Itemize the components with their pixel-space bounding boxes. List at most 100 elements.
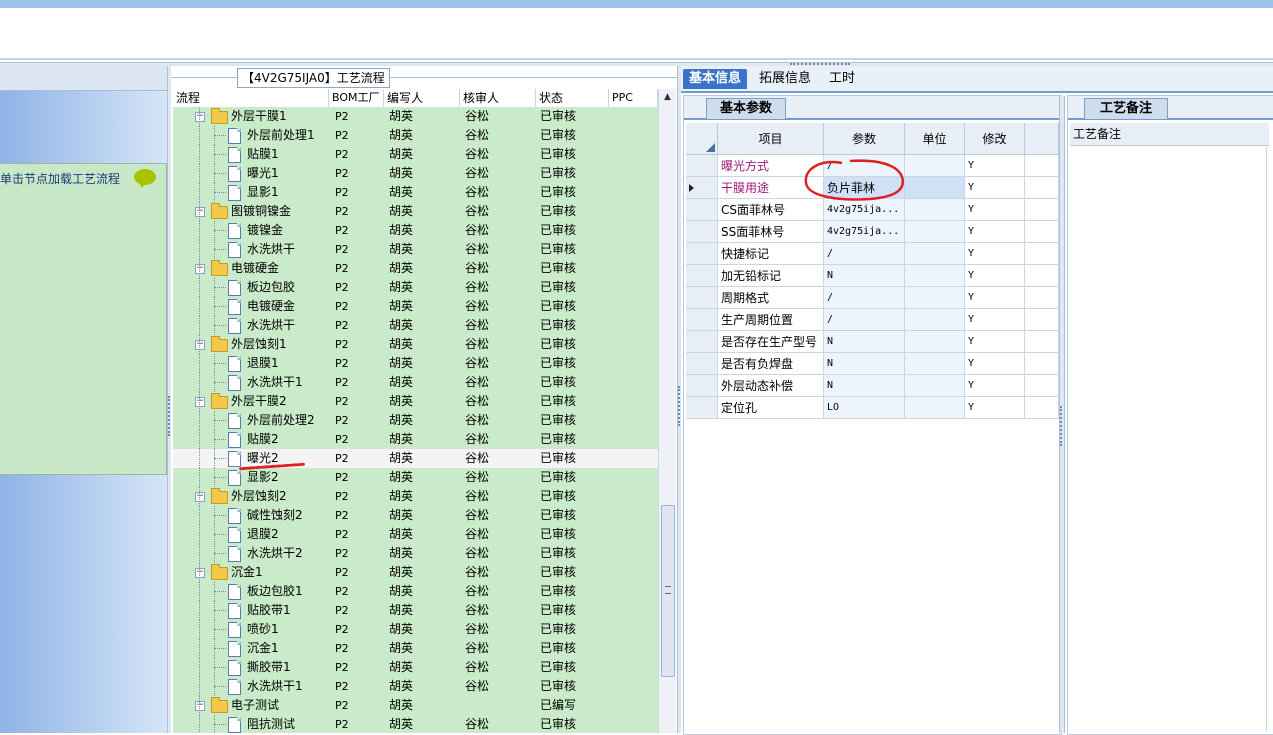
selected-record-row[interactable]	[0, 0, 1273, 8]
remarks-column-header[interactable]: 工艺备注	[1070, 123, 1269, 146]
row-indicator[interactable]	[686, 397, 718, 419]
splitter-grip-icon[interactable]	[1060, 406, 1064, 446]
col-header-edit[interactable]: 修改	[965, 123, 1025, 155]
tree-row[interactable]: 贴膜1 P2 胡英 谷松 已审核	[173, 145, 658, 164]
tab-work-hours[interactable]: 工时	[823, 69, 861, 89]
process-tree[interactable]: − 外层干膜1 P2 胡英 谷松 已审核 外层前处理1 P2 胡英 谷松 已审核 贴膜1 P2 胡英 谷松已…	[173, 107, 658, 733]
col-header-unit[interactable]: 单位	[905, 123, 965, 155]
tab-extended-info[interactable]: 拓展信息	[753, 69, 817, 89]
tree-row[interactable]: 水洗烘干1 P2 胡英 谷松 已审核	[173, 373, 658, 392]
row-indicator[interactable]	[686, 155, 718, 177]
collapse-icon[interactable]: −	[195, 701, 205, 711]
scroll-thumb[interactable]	[661, 505, 675, 677]
tree-row[interactable]: 喷砂1 P2 胡英 谷松 已审核	[173, 620, 658, 639]
tree-row[interactable]: 贴膜2 P2 胡英 谷松 已审核	[173, 430, 658, 449]
row-indicator[interactable]	[686, 331, 718, 353]
row-indicator[interactable]	[686, 265, 718, 287]
tree-row[interactable]: 水洗烘干2 P2 胡英 谷松 已审核	[173, 544, 658, 563]
tree-row[interactable]: 外层前处理2 P2 胡英 谷松 已审核	[173, 411, 658, 430]
collapse-icon[interactable]: −	[195, 340, 205, 350]
tree-row[interactable]: 退膜1 P2 胡英 谷松 已审核	[173, 354, 658, 373]
tree-group-row[interactable]: − 外层干膜1 P2 胡英 谷松 已审核	[173, 107, 658, 126]
col-header-item[interactable]: 项目	[718, 123, 824, 155]
tree-row[interactable]: 沉金1 P2 胡英 谷松 已审核	[173, 639, 658, 658]
row-indicator[interactable]	[686, 199, 718, 221]
tree-group-row[interactable]: − 电镀硬金 P2 胡英 谷松 已审核	[173, 259, 658, 278]
param-unit	[905, 243, 965, 265]
top-record-grid[interactable]	[0, 0, 1273, 62]
col-header-value[interactable]: 参数	[824, 123, 905, 155]
collapse-icon[interactable]: −	[195, 568, 205, 578]
param-value[interactable]: /	[824, 309, 905, 331]
document-icon	[228, 641, 241, 657]
tree-row[interactable]: 水洗烘干1 P2 胡英 谷松 已审核	[173, 677, 658, 696]
tree-row[interactable]: 水洗烘干 P2 胡英 谷松 已审核	[173, 316, 658, 335]
param-row[interactable]: 周期格式 / Y	[686, 287, 1059, 309]
param-row[interactable]: 加无铅标记 N Y	[686, 265, 1059, 287]
param-value[interactable]: /	[824, 243, 905, 265]
row-indicator[interactable]	[686, 221, 718, 243]
tree-row[interactable]: 水洗烘干 P2 胡英 谷松 已审核	[173, 240, 658, 259]
row-indicator[interactable]	[686, 309, 718, 331]
cell-status: 已审核	[540, 147, 577, 161]
tree-row[interactable]: 外层前处理1 P2 胡英 谷松 已审核	[173, 126, 658, 145]
param-value[interactable]: N	[824, 353, 905, 375]
tree-group-row[interactable]: − 沉金1 P2 胡英 谷松 已审核	[173, 563, 658, 582]
param-value[interactable]: /	[824, 287, 905, 309]
param-row[interactable]: 是否有负焊盘 N Y	[686, 353, 1059, 375]
tree-row[interactable]: 曝光2 P2 胡英 谷松 已审核	[173, 449, 658, 468]
tree-group-row[interactable]: − 外层蚀刻2 P2 胡英 谷松 已审核	[173, 487, 658, 506]
tree-row[interactable]: 退膜2 P2 胡英 谷松 已审核	[173, 525, 658, 544]
remarks-body[interactable]	[1070, 147, 1267, 732]
tree-row[interactable]: 板边包胶 P2 胡英 谷松 已审核	[173, 278, 658, 297]
tree-row[interactable]: 电镀硬金 P2 胡英 谷松 已审核	[173, 297, 658, 316]
param-value[interactable]: N	[824, 375, 905, 397]
tree-row[interactable]: 曝光1 P2 胡英 谷松 已审核	[173, 164, 658, 183]
tree-row[interactable]: 显影2 P2 胡英 谷松 已审核	[173, 468, 658, 487]
row-indicator[interactable]	[686, 375, 718, 397]
collapse-icon[interactable]: −	[195, 397, 205, 407]
col-header-flow[interactable]: 流程	[173, 89, 329, 107]
param-row[interactable]: 是否存在生产型号 N Y	[686, 331, 1059, 353]
right-splitter[interactable]	[1059, 96, 1065, 733]
tree-group-row[interactable]: − 图镀铜镍金 P2 胡英 谷松 已审核	[173, 202, 658, 221]
tree-group-row[interactable]: − 电子测试 P2 胡英 已编写	[173, 696, 658, 715]
tab-process-remarks[interactable]: 工艺备注	[1084, 98, 1168, 119]
param-value[interactable]: N	[824, 331, 905, 353]
tree-row[interactable]: 贴胶带1 P2 胡英 谷松 已审核	[173, 601, 658, 620]
param-row[interactable]: 定位孔 LO Y	[686, 397, 1059, 419]
collapse-icon[interactable]: −	[195, 112, 205, 122]
tree-row[interactable]: 撕胶带1 P2 胡英 谷松 已审核	[173, 658, 658, 677]
collapse-icon[interactable]: −	[195, 207, 205, 217]
param-edit: Y	[965, 353, 1025, 375]
tree-row[interactable]: 板边包胶1 P2 胡英 谷松 已审核	[173, 582, 658, 601]
collapse-icon[interactable]: −	[195, 264, 205, 274]
tab-basic-params[interactable]: 基本参数	[706, 98, 786, 119]
col-header-ppc[interactable]: PPC	[609, 89, 658, 107]
tree-row[interactable]: 阻抗测试 P2 胡英 谷松 已审核	[173, 715, 658, 733]
param-row[interactable]: SS面菲林号 4v2g75ija... Y	[686, 221, 1059, 243]
col-header-reviewer[interactable]: 核审人	[460, 89, 536, 107]
scroll-up-icon[interactable]: ▲	[659, 89, 676, 106]
tree-row[interactable]: 显影1 P2 胡英 谷松 已审核	[173, 183, 658, 202]
row-indicator[interactable]	[686, 353, 718, 375]
param-value[interactable]: 4v2g75ija...	[824, 221, 905, 243]
row-indicator[interactable]	[686, 243, 718, 265]
param-value[interactable]: LO	[824, 397, 905, 419]
param-row[interactable]: 生产周期位置 / Y	[686, 309, 1059, 331]
param-row[interactable]: 快捷标记 / Y	[686, 243, 1059, 265]
col-header-status[interactable]: 状态	[536, 89, 609, 107]
param-row[interactable]: 外层动态补偿 N Y	[686, 375, 1059, 397]
tree-row[interactable]: 镀镍金 P2 胡英 谷松 已审核	[173, 221, 658, 240]
col-header-writer[interactable]: 编写人	[384, 89, 460, 107]
collapse-icon[interactable]: −	[195, 492, 205, 502]
tree-row[interactable]: 碱性蚀刻2 P2 胡英 谷松 已审核	[173, 506, 658, 525]
param-value[interactable]: N	[824, 265, 905, 287]
row-indicator[interactable]	[686, 287, 718, 309]
row-indicator[interactable]	[686, 177, 718, 199]
tree-scrollbar[interactable]: ▲	[658, 89, 676, 733]
col-header-bom[interactable]: BOM工厂	[329, 89, 384, 107]
tree-group-row[interactable]: − 外层蚀刻1 P2 胡英 谷松 已审核	[173, 335, 658, 354]
tree-group-row[interactable]: − 外层干膜2 P2 胡英 谷松 已审核	[173, 392, 658, 411]
tab-basic-info[interactable]: 基本信息	[683, 69, 748, 89]
